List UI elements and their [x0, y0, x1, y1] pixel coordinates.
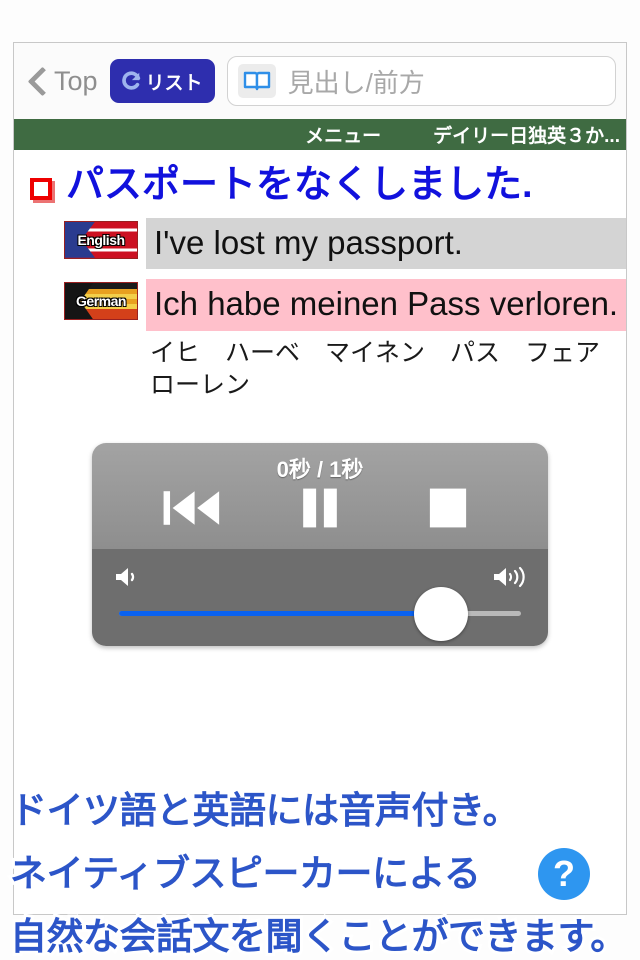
english-flag-label: English [77, 231, 125, 248]
help-circle-icon[interactable]: ? [538, 848, 590, 900]
dictionary-title[interactable]: デイリー日独英３か... [433, 121, 620, 148]
back-button-label: Top [54, 65, 98, 96]
volume-section [92, 549, 548, 646]
german-translation-text: Ich habe meinen Pass verloren. [146, 279, 626, 331]
list-button-label: リスト [145, 72, 203, 94]
german-flag-icon[interactable]: German [64, 282, 138, 321]
headword-text: パスポートをなくしました. [66, 164, 533, 206]
search-input[interactable]: 見出し/前方 [226, 56, 616, 106]
caption-line-1: ドイツ語と英語には音声付き。 [7, 787, 523, 834]
rewind-icon[interactable] [157, 485, 227, 531]
audio-player: 0秒 / 1秒 [92, 443, 548, 646]
volume-slider[interactable] [119, 586, 521, 641]
volume-slider-fill [119, 611, 441, 616]
player-controls-section: 0秒 / 1秒 [92, 443, 548, 549]
green-menu-bar: メニュー デイリー日独英３か... [14, 119, 626, 150]
english-flag-icon[interactable]: English [64, 220, 138, 259]
headword-row: パスポートをなくしました. [14, 150, 626, 208]
german-flag-label: German [76, 293, 126, 310]
list-button[interactable]: リスト [109, 59, 215, 103]
translation-row-english: English I've lost my passport. [14, 217, 626, 270]
screen-root: Top リスト 見出し/前方 メニュー デイリー日独英３か... パスポートをな… [0, 0, 640, 960]
volume-slider-thumb[interactable] [413, 586, 468, 641]
translation-row-german: German Ich habe meinen Pass verloren. [14, 279, 626, 331]
back-to-top-button[interactable]: Top [28, 65, 98, 97]
english-translation-text: I've lost my passport. [146, 217, 626, 270]
speaker-high-icon[interactable] [492, 565, 530, 594]
player-button-row [92, 485, 548, 531]
loop-arrow-icon [120, 70, 142, 92]
toolbar: Top リスト 見出し/前方 [14, 43, 626, 119]
speaker-low-icon[interactable] [114, 565, 144, 594]
stop-icon[interactable] [413, 485, 483, 531]
chevron-left-icon [28, 65, 48, 97]
menu-button[interactable]: メニュー [305, 121, 381, 148]
player-time-display: 0秒 / 1秒 [276, 457, 364, 482]
caption-line-3: 自然な会話文を聞くことができます。 [7, 913, 630, 960]
pause-icon[interactable] [285, 485, 355, 531]
german-reading-katakana: イヒ ハーベ マイネン パス フェアローレン [150, 338, 601, 400]
search-placeholder-text: 見出し/前方 [287, 67, 425, 98]
caption-line-2: ネイティブスピーカーによる [7, 850, 484, 897]
red-checkbox-icon[interactable] [30, 178, 52, 200]
open-book-icon [237, 64, 276, 98]
